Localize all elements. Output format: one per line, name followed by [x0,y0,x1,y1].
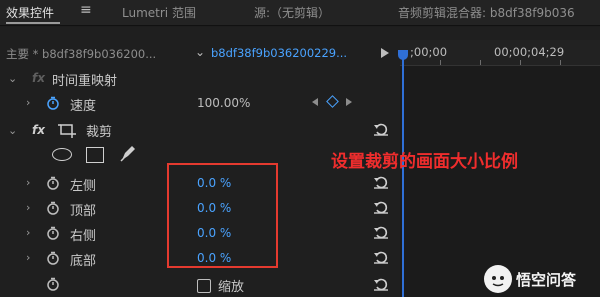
highlight-box [167,163,278,268]
expand-chevron-icon[interactable]: › [26,176,30,189]
next-keyframe-icon[interactable] [346,98,352,106]
collapse-chevron-icon[interactable]: ⌄ [8,72,17,85]
reset-icon[interactable] [372,277,390,291]
stopwatch-icon[interactable] [46,251,60,265]
ellipse-mask-icon[interactable] [52,148,72,161]
tab-effect-controls[interactable]: 效果控件 [6,4,54,21]
reset-icon[interactable] [372,175,390,189]
stopwatch-icon[interactable] [46,96,60,110]
play-icon[interactable] [381,48,389,58]
stopwatch-icon[interactable] [46,201,60,215]
watermark-text: 悟空问答 [516,271,577,289]
playhead[interactable] [402,58,404,297]
crop-left-label: 左侧 [70,179,97,194]
reset-icon[interactable] [372,200,390,214]
crop-right-label: 右侧 [70,229,97,244]
crop-label: 裁剪 [86,125,113,140]
crop-icon [58,124,76,138]
timecode-end: 00;00;04;29 [494,45,565,59]
speed-value[interactable]: 100.00% [197,96,250,110]
playhead-handle[interactable] [398,50,408,60]
crop-bottom-label: 底部 [70,254,97,269]
ruler-tick [560,60,561,65]
ruler-tick [440,60,441,65]
zoom-checkbox[interactable] [197,279,211,293]
tab-lumetri-scopes[interactable]: Lumetri 范围 [122,4,196,21]
master-clip-label[interactable]: 主要 * b8df38f9b036200... [6,46,156,62]
ruler-tick [520,60,521,65]
watermark: 悟空问答 [484,263,600,293]
speed-label: 速度 [70,99,97,114]
sequence-clip-label[interactable]: b8df38f9b036200229... [211,46,347,60]
expand-chevron-icon[interactable]: › [26,226,30,239]
annotation-text: 设置裁剪的画面大小比例 [331,152,518,172]
reset-icon[interactable] [372,225,390,239]
expand-chevron-icon[interactable]: › [26,251,30,264]
stopwatch-icon[interactable] [46,176,60,190]
rectangle-mask-icon[interactable] [86,147,104,163]
zoom-label: 缩放 [218,280,245,295]
fx-badge[interactable]: fx [32,71,45,85]
wukong-logo-icon [484,265,512,293]
ruler-tick [480,60,481,65]
tab-audio-clip-mixer[interactable]: 音频剪辑混合器: b8df38f9b036 [398,4,575,21]
collapse-chevron-icon[interactable]: ⌄ [8,124,17,137]
panel-tab-bar: 效果控件 ≡ Lumetri 范围 源:（无剪辑） 音频剪辑混合器: b8df3… [0,0,600,26]
time-remap-label: 时间重映射 [52,74,118,89]
timecode-start: ;00;00 [410,45,448,59]
tab-source[interactable]: 源:（无剪辑） [254,4,330,21]
hamburger-icon[interactable]: ≡ [80,2,92,18]
fx-toggle[interactable]: fx [32,123,45,137]
stopwatch-icon[interactable] [46,226,60,240]
previous-keyframe-icon[interactable] [312,98,318,106]
active-tab-indicator [6,22,60,24]
reset-icon[interactable] [372,250,390,264]
stopwatch-icon[interactable] [46,277,60,291]
reset-icon[interactable] [372,122,390,136]
expand-chevron-icon[interactable]: › [26,96,30,109]
crop-top-label: 顶部 [70,204,97,219]
expand-chevron-icon[interactable]: › [26,201,30,214]
pen-mask-icon[interactable] [118,143,138,163]
chevron-down-icon[interactable]: ⌄ [195,45,205,59]
